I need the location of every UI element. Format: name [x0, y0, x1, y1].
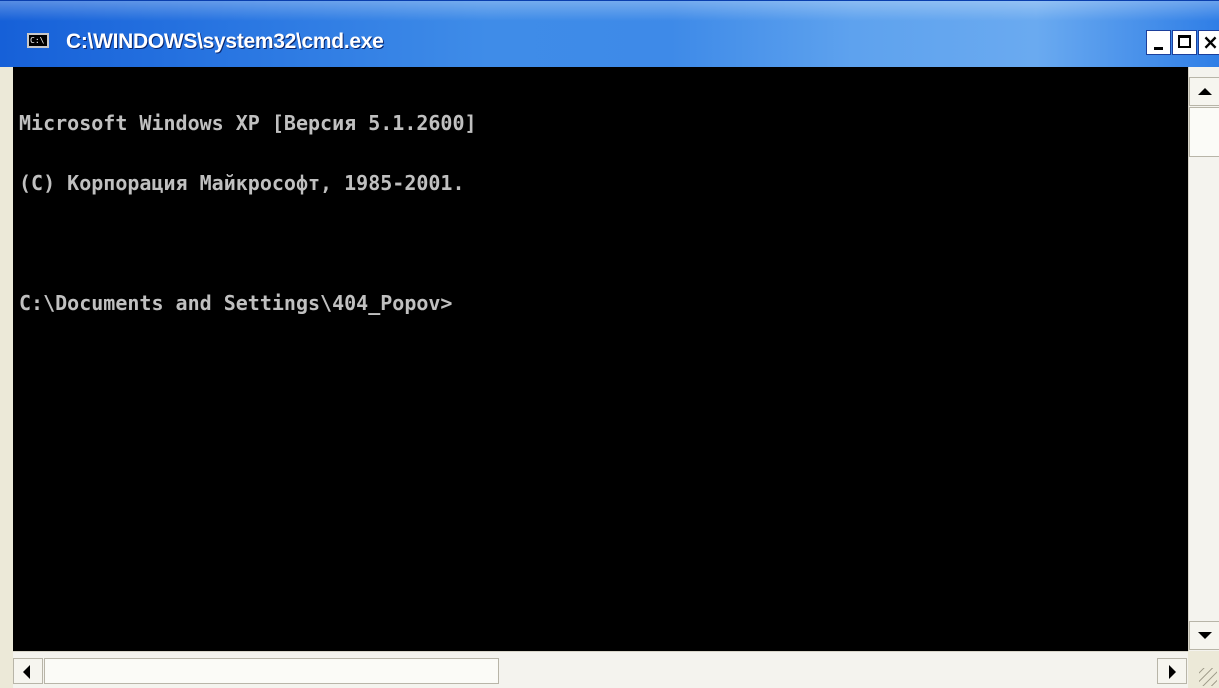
cmd-icon[interactable]: C:\: [27, 33, 49, 48]
scroll-left-button[interactable]: [13, 658, 43, 684]
horizontal-scrollbar[interactable]: [13, 651, 1188, 688]
vertical-scroll-thumb[interactable]: [1189, 107, 1219, 157]
console-line: (С) Корпорация Майкрософт, 1985-2001.: [19, 171, 465, 195]
arrow-up-icon: [1198, 88, 1212, 95]
vertical-scrollbar[interactable]: [1188, 67, 1219, 651]
console-output[interactable]: Microsoft Windows XP [Версия 5.1.2600] (…: [13, 67, 1188, 651]
cmd-window: C:\ C:\WINDOWS\system32\cmd.exe × Micros…: [0, 0, 1219, 688]
arrow-left-icon: [23, 665, 30, 679]
horizontal-scroll-thumb[interactable]: [44, 658, 499, 684]
console-line: Microsoft Windows XP [Версия 5.1.2600]: [19, 111, 477, 135]
scroll-down-button[interactable]: [1189, 621, 1219, 650]
console-text: Microsoft Windows XP [Версия 5.1.2600] (…: [19, 73, 477, 353]
window-title: C:\WINDOWS\system32\cmd.exe: [66, 30, 384, 53]
close-button[interactable]: ×: [1198, 30, 1219, 55]
scroll-right-button[interactable]: [1157, 658, 1187, 684]
scroll-up-button[interactable]: [1189, 77, 1219, 106]
console-prompt: C:\Documents and Settings\404_Popov>: [19, 291, 453, 315]
maximize-button[interactable]: [1172, 30, 1197, 55]
arrow-right-icon: [1169, 665, 1176, 679]
resize-grip-icon[interactable]: [1188, 651, 1219, 688]
arrow-down-icon: [1198, 632, 1212, 639]
window-frame-left: [0, 67, 13, 688]
title-bar[interactable]: C:\ C:\WINDOWS\system32\cmd.exe ×: [0, 0, 1219, 67]
title-bar-sheen: [0, 1, 1219, 21]
minimize-button[interactable]: [1146, 30, 1171, 55]
